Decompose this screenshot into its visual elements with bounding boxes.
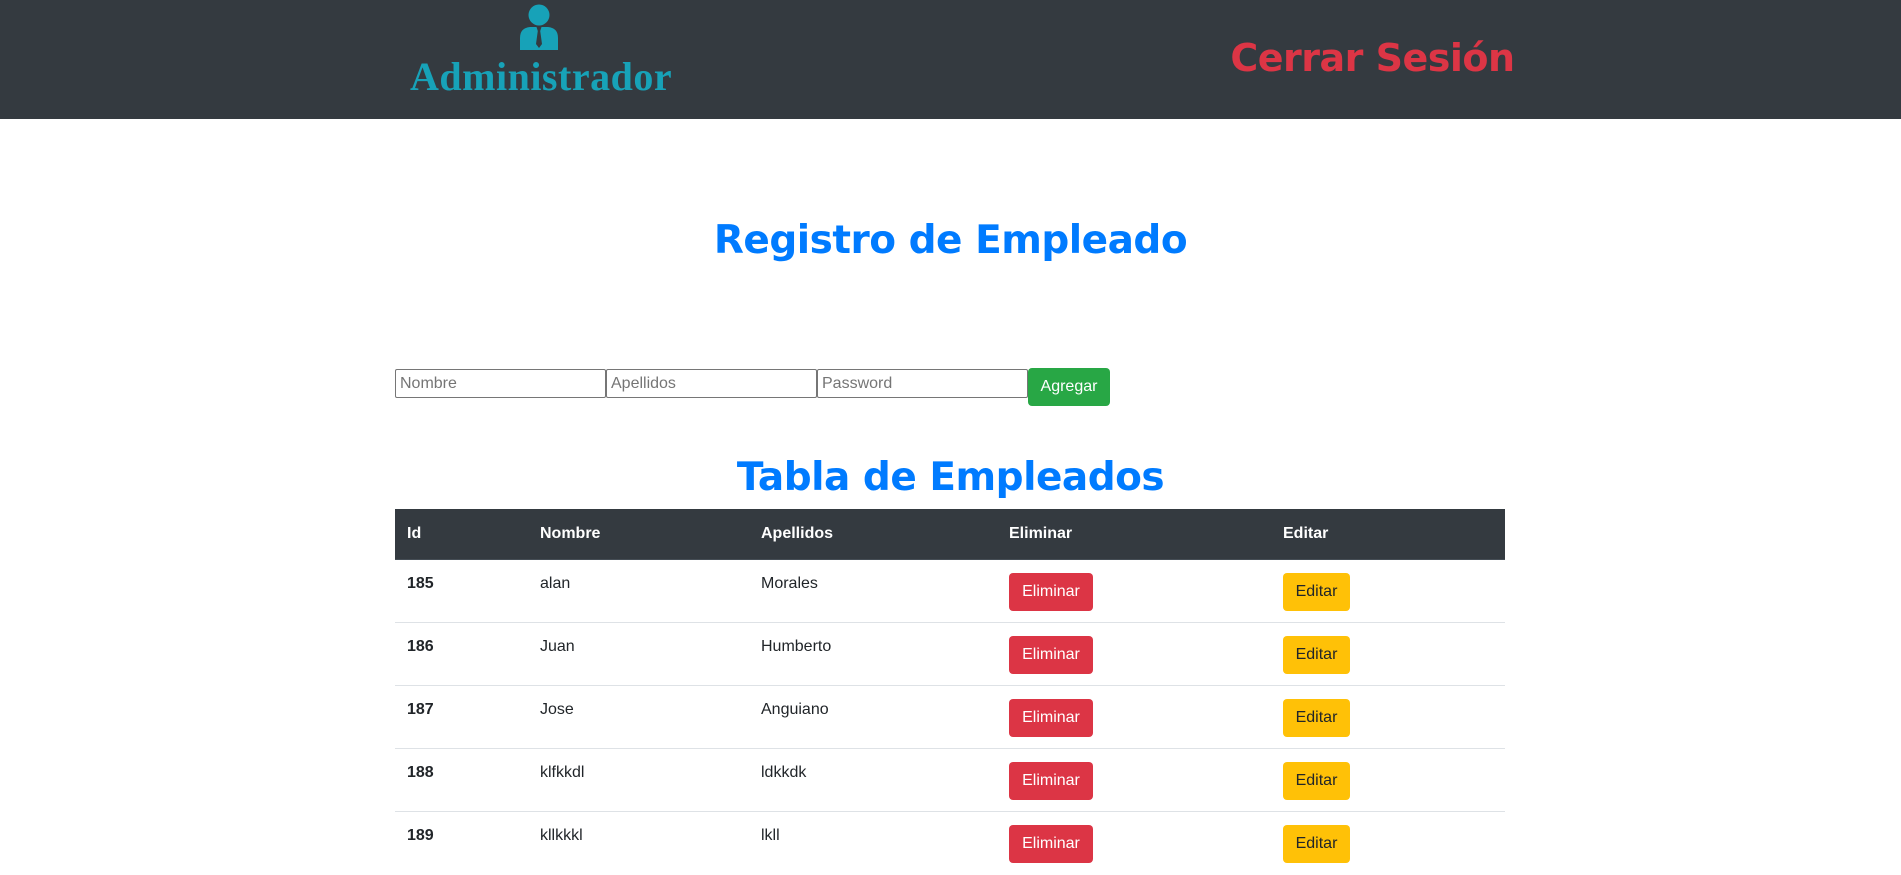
cell-nombre: alan	[528, 560, 749, 623]
edit-button[interactable]: Editar	[1283, 825, 1350, 864]
cell-eliminar: Eliminar	[997, 748, 1271, 812]
id-text: 186	[407, 638, 434, 655]
cell-editar: Editar	[1271, 748, 1505, 812]
cell-apellidos: lkll	[749, 811, 997, 875]
column-header-eliminar: Eliminar	[997, 509, 1271, 560]
cell-apellidos: Humberto	[749, 622, 997, 686]
password-input[interactable]	[817, 369, 1028, 398]
admin-title: Administrador	[410, 54, 673, 99]
column-header-editar: Editar	[1271, 509, 1505, 560]
cell-eliminar: Eliminar	[997, 811, 1271, 875]
cell-nombre: klfkkdl	[528, 748, 749, 812]
column-header-apellidos: Apellidos	[749, 509, 997, 560]
id-text: 188	[407, 764, 434, 781]
edit-button[interactable]: Editar	[1283, 636, 1350, 674]
employees-table-container: Id Nombre Apellidos Eliminar Editar 185 …	[395, 509, 1505, 875]
table-row: 188 klfkkdl ldkkdk Eliminar Editar	[395, 748, 1505, 812]
apellidos-text: lkll	[761, 827, 780, 845]
apellidos-text: Morales	[761, 575, 818, 592]
column-header-nombre: Nombre	[528, 509, 749, 560]
nombre-text: klfkkdl	[540, 764, 585, 781]
registration-heading: Registro de Empleado	[713, 218, 1188, 263]
nombre-text: alan	[540, 575, 571, 592]
cell-nombre: Juan	[528, 622, 749, 686]
apellidos-input[interactable]	[606, 369, 817, 398]
delete-button[interactable]: Eliminar	[1009, 573, 1093, 611]
top-navbar: Administrador Cerrar Sesión	[0, 0, 1901, 119]
apellidos-text: Anguiano	[761, 701, 829, 718]
nombre-input[interactable]	[395, 369, 606, 398]
cell-id: 186	[395, 622, 528, 686]
table-header-row: Id Nombre Apellidos Eliminar Editar	[395, 509, 1505, 560]
cell-eliminar: Eliminar	[997, 622, 1271, 686]
cell-id: 185	[395, 560, 528, 623]
table-heading: Tabla de Empleados	[736, 455, 1165, 500]
column-header-id: Id	[395, 509, 528, 560]
id-text: 185	[407, 575, 434, 592]
edit-button[interactable]: Editar	[1283, 699, 1350, 737]
user-tie-icon	[520, 4, 558, 50]
nombre-text: Jose	[540, 701, 574, 718]
cell-id: 187	[395, 685, 528, 749]
cell-apellidos: ldkkdk	[749, 748, 997, 812]
cell-eliminar: Eliminar	[997, 560, 1271, 623]
cell-eliminar: Eliminar	[997, 685, 1271, 749]
cell-editar: Editar	[1271, 685, 1505, 749]
edit-button[interactable]: Editar	[1283, 573, 1350, 611]
employees-table: Id Nombre Apellidos Eliminar Editar 185 …	[395, 509, 1505, 875]
table-row: 189 kllkkkl lkll Eliminar Editar	[395, 811, 1505, 875]
delete-button[interactable]: Eliminar	[1009, 699, 1093, 737]
delete-button[interactable]: Eliminar	[1009, 636, 1093, 674]
cell-apellidos: Morales	[749, 560, 997, 623]
admin-profile: Administrador	[410, 4, 673, 99]
apellidos-text: Humberto	[761, 638, 832, 655]
cell-id: 188	[395, 748, 528, 812]
delete-button[interactable]: Eliminar	[1009, 825, 1093, 864]
logout-link[interactable]: Cerrar Sesión	[1230, 30, 1515, 86]
edit-button[interactable]: Editar	[1283, 762, 1350, 800]
add-employee-button[interactable]: Agregar	[1028, 368, 1110, 406]
delete-button[interactable]: Eliminar	[1009, 762, 1093, 800]
nombre-text: Juan	[540, 638, 575, 655]
id-text: 187	[407, 701, 434, 718]
cell-id: 189	[395, 811, 528, 875]
cell-apellidos: Anguiano	[749, 685, 997, 749]
cell-nombre: Jose	[528, 685, 749, 749]
nombre-text: kllkkkl	[540, 827, 583, 845]
table-row: 185 alan Morales Eliminar Editar	[395, 560, 1505, 623]
cell-editar: Editar	[1271, 811, 1505, 875]
cell-editar: Editar	[1271, 560, 1505, 623]
table-row: 186 Juan Humberto Eliminar Editar	[395, 622, 1505, 686]
table-row: 187 Jose Anguiano Eliminar Editar	[395, 685, 1505, 749]
apellidos-text: ldkkdk	[761, 764, 807, 781]
cell-editar: Editar	[1271, 622, 1505, 686]
cell-nombre: kllkkkl	[528, 811, 749, 875]
id-text: 189	[407, 827, 434, 845]
